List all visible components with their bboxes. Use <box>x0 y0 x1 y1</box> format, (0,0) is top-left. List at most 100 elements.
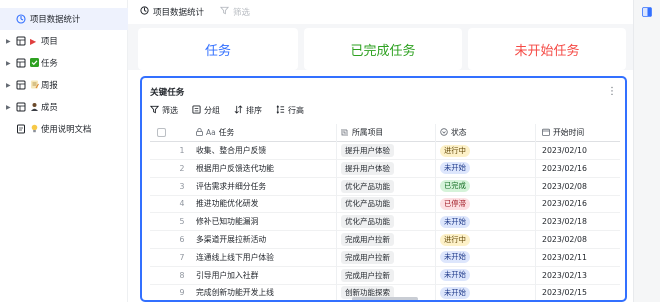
project-cell[interactable]: 完成用户拉新 <box>337 248 436 267</box>
sort-label: 排序 <box>246 106 262 115</box>
table-row[interactable]: 3 评估需求并细分任务 优化产品功能 已完成 2023/02/08 <box>150 177 620 196</box>
check-icon <box>30 57 40 69</box>
start-date-cell[interactable]: 2023/02/16 <box>536 159 620 177</box>
tab-label: 项目数据统计 <box>153 8 205 18</box>
task-cell[interactable]: 推进功能优化研发 <box>192 194 337 213</box>
filter-icon <box>219 6 230 18</box>
table-row[interactable]: 2 根据用户反馈迭代功能 提升用户体验 未开始 2023/02/16 <box>150 159 620 178</box>
start-date-cell[interactable]: 2023/02/15 <box>536 284 620 300</box>
task-cell[interactable]: 连通线上线下用户体验 <box>192 248 337 267</box>
row-height-button[interactable]: 行高 <box>276 105 304 116</box>
project-cell[interactable]: 优化产品功能 <box>337 177 436 196</box>
sidebar-item-weekly[interactable]: ▶ 周报 <box>0 74 128 96</box>
task-cell[interactable]: 根据用户反馈迭代功能 <box>192 159 337 178</box>
sort-button[interactable]: 排序 <box>234 105 262 116</box>
column-header-start-date[interactable]: 开始时间 <box>536 124 620 142</box>
project-cell[interactable]: 提升用户体验 <box>337 141 436 160</box>
expand-caret-icon[interactable]: ▶ <box>6 82 12 89</box>
side-panel-toggle-icon[interactable] <box>642 7 652 17</box>
column-header-task[interactable]: Aa 任务 <box>192 123 337 142</box>
start-date-cell[interactable]: 2023/02/18 <box>536 213 620 231</box>
sidebar-item-members[interactable]: ▶ 成员 <box>0 96 128 118</box>
sidebar-item-label: 项目数据统计 <box>30 14 81 24</box>
start-date-cell[interactable]: 2023/02/08 <box>536 231 620 249</box>
more-options-icon[interactable]: ⋮ <box>605 84 619 98</box>
tab-dashboard[interactable]: 项目数据统计 <box>140 6 204 18</box>
dashboard-icon <box>140 6 149 18</box>
filter-button[interactable]: 筛选 <box>219 6 251 18</box>
start-date-cell[interactable]: 2023/02/16 <box>536 195 620 213</box>
table-icon <box>16 80 26 90</box>
status-cell[interactable]: 未开始 <box>436 266 536 285</box>
status-cell[interactable]: 进行中 <box>436 141 536 160</box>
right-panel-gutter <box>633 0 660 302</box>
column-header-status[interactable]: 状态 <box>436 123 536 142</box>
stat-card-label: 任务 <box>204 43 231 59</box>
table-row[interactable]: 1 收集、整合用户反馈 提升用户体验 进行中 2023/02/10 <box>150 141 620 160</box>
status-cell[interactable]: 已停滞 <box>436 194 536 213</box>
project-cell[interactable]: 提升用户体验 <box>337 159 436 178</box>
start-date-cell[interactable]: 2023/02/10 <box>536 142 620 160</box>
select-all-checkbox[interactable] <box>150 124 172 142</box>
key-tasks-panel[interactable]: 关键任务 ⋮ 筛选 分组 排序 行高 Aa 任务 所属项目 状态 开始时间 1 … <box>140 76 627 302</box>
row-index: 7 <box>179 252 185 262</box>
stat-card-completed[interactable]: 已完成任务 <box>304 28 462 70</box>
start-date-cell[interactable]: 2023/02/08 <box>536 177 620 195</box>
table-row[interactable]: 8 引导用户加入社群 完成用户拉新 未开始 2023/02/13 <box>150 266 620 285</box>
sidebar-item-label: 项目 <box>41 36 58 46</box>
status-cell[interactable]: 未开始 <box>436 283 536 300</box>
sidebar-item-label: 成员 <box>41 102 58 112</box>
table-row[interactable]: 4 推进功能优化研发 优化产品功能 已停滞 2023/02/16 <box>150 194 620 214</box>
status-badge: 已完成 <box>440 180 470 193</box>
date-field-icon <box>542 128 550 138</box>
task-cell[interactable]: 修补已知功能漏洞 <box>192 212 337 231</box>
task-cell[interactable]: 完成创新功能开发上线 <box>192 283 337 300</box>
table-icon <box>16 102 26 112</box>
task-cell[interactable]: 多渠道开展拉新活动 <box>192 230 337 249</box>
status-badge: 已停滞 <box>440 197 470 210</box>
project-cell[interactable]: 优化产品功能 <box>337 212 436 231</box>
sidebar-item-dashboard[interactable]: 项目数据统计 <box>0 8 128 30</box>
row-index: 8 <box>179 270 185 280</box>
expand-caret-icon[interactable]: ▶ <box>6 38 12 45</box>
project-tag: 完成用户拉新 <box>341 250 394 264</box>
group-button[interactable]: 分组 <box>192 105 220 116</box>
column-header-project[interactable]: 所属项目 <box>337 123 436 142</box>
column-header-label: 任务 <box>218 128 235 137</box>
sidebar-item-docs[interactable]: 使用说明文档 <box>0 118 128 140</box>
project-cell[interactable]: 完成用户拉新 <box>337 230 436 249</box>
filter-label: 筛选 <box>233 8 251 18</box>
sidebar-item-projects[interactable]: ▶ ▶ 项目 <box>0 30 128 52</box>
stat-card-not-started[interactable]: 未开始任务 <box>468 28 626 70</box>
table-row[interactable]: 7 连通线上线下用户体验 完成用户拉新 未开始 2023/02/11 <box>150 248 620 267</box>
table-row[interactable]: 5 修补已知功能漏洞 优化产品功能 未开始 2023/02/18 <box>150 212 620 232</box>
project-cell[interactable]: 完成用户拉新 <box>337 266 436 285</box>
task-cell[interactable]: 评估需求并细分任务 <box>192 177 337 196</box>
filter-button[interactable]: 筛选 <box>149 105 178 116</box>
stat-card-tasks[interactable]: 任务 <box>138 28 298 70</box>
sort-icon <box>234 105 243 116</box>
table-row[interactable]: 6 多渠道开展拉新活动 完成用户拉新 进行中 2023/02/08 <box>150 230 620 249</box>
expand-caret-icon[interactable]: ▶ <box>6 60 12 67</box>
start-date-cell[interactable]: 2023/02/13 <box>536 266 620 284</box>
status-cell[interactable]: 未开始 <box>436 159 536 178</box>
task-cell[interactable]: 收集、整合用户反馈 <box>192 141 337 160</box>
column-header-label: 所属项目 <box>352 128 384 137</box>
dashboard-icon <box>16 14 26 24</box>
expand-caret-icon[interactable]: ▶ <box>6 104 12 111</box>
project-cell[interactable]: 优化产品功能 <box>337 194 436 213</box>
start-date-cell[interactable]: 2023/02/11 <box>536 248 620 266</box>
status-cell[interactable]: 已完成 <box>436 177 536 196</box>
person-icon <box>30 102 40 113</box>
status-cell[interactable]: 未开始 <box>436 212 536 231</box>
sidebar-item-tasks[interactable]: ▶ 任务 <box>0 52 128 74</box>
row-index: 5 <box>179 217 185 227</box>
text-field-icon: Aa <box>206 128 216 137</box>
task-cell[interactable]: 引导用户加入社群 <box>192 266 337 285</box>
project-tag: 优化产品功能 <box>341 215 394 229</box>
status-cell[interactable]: 进行中 <box>436 230 536 249</box>
status-cell[interactable]: 未开始 <box>436 248 536 267</box>
memo-icon <box>30 80 40 91</box>
horizontal-scrollbar[interactable] <box>352 297 418 300</box>
link-field-icon <box>341 128 349 138</box>
